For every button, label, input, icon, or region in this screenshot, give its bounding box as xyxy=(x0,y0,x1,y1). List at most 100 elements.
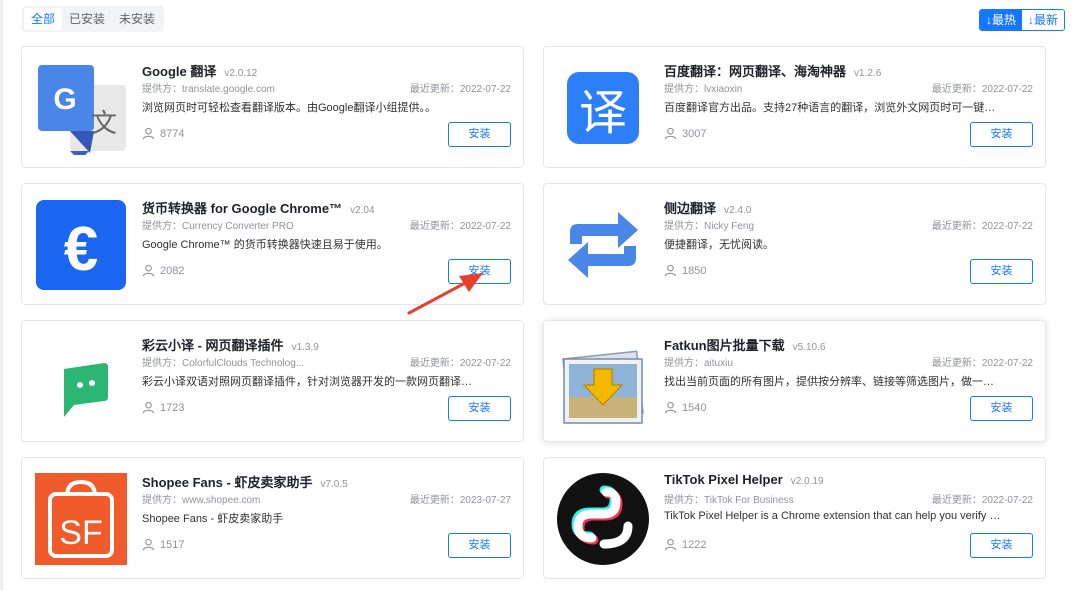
extension-title: TikTok Pixel Helper xyxy=(664,472,783,487)
svg-text:译: 译 xyxy=(579,85,627,141)
user-count: 8774 xyxy=(160,127,185,140)
user-icon xyxy=(142,127,155,140)
extension-title: 百度翻译：网页翻译、海淘神器 xyxy=(664,64,847,79)
extension-provider: 提供方：lvxiaoxin xyxy=(664,84,743,95)
caiyun-chat-icon xyxy=(34,335,128,429)
extension-description: 浏览网页时可轻松查看翻译版本。由Google翻译小组提供。。 xyxy=(142,102,436,114)
user-icon xyxy=(142,538,155,551)
repeat-arrows-icon xyxy=(556,198,650,292)
extension-description: 彩云小译双语对照网页翻译插件，针对浏览器开发的一款网页翻译工具，... xyxy=(142,376,482,388)
extension-card-caiyun: 彩云小译 - 网页翻译插件 v1.3.9 提供方：ColorfulClouds … xyxy=(21,320,524,442)
extension-users: 1517 xyxy=(142,538,184,551)
extension-description: TikTok Pixel Helper is a Chrome extensio… xyxy=(664,510,1004,522)
extension-card-baidu-translate: 译 百度翻译：网页翻译、海淘神器 v1.2.6 提供方：lvxiaoxin 最近… xyxy=(543,46,1046,168)
user-count: 1540 xyxy=(682,401,707,414)
extension-updated: 最近更新：2022-07-22 xyxy=(931,84,1033,95)
extension-card-side-translate: 侧边翻译 v2.4.0 提供方：Nicky Feng 最近更新：2022-07-… xyxy=(543,183,1046,305)
user-icon xyxy=(142,401,155,414)
svg-text:G: G xyxy=(53,83,76,116)
extension-provider: 提供方：ColorfulClouds Technolog... xyxy=(142,358,305,369)
extension-card-fatkun: Fatkun图片批量下载 v5.10.6 提供方：aituxiu 最近更新：20… xyxy=(543,320,1046,442)
filter-tab-installed[interactable]: 已安装 xyxy=(62,8,112,30)
extension-updated: 最近更新：2022-07-22 xyxy=(931,358,1033,369)
extension-title: Google 翻译 xyxy=(142,64,217,79)
extension-card-shopee-fans: SF Shopee Fans - 虾皮卖家助手 v7.0.5 提供方：www.s… xyxy=(21,457,524,579)
shopee-bag-icon: SF xyxy=(34,472,128,566)
annotation-arrow-icon xyxy=(407,273,483,315)
extension-version: v1.2.6 xyxy=(854,68,882,79)
extension-version: v2.4.0 xyxy=(724,205,752,216)
extension-users: 1850 xyxy=(664,264,706,277)
extension-updated: 最近更新：2023-07-27 xyxy=(409,495,511,506)
extension-description: 百度翻译官方出品。支持27种语言的翻译，浏览外文网页时可一键网页翻译、... xyxy=(664,102,1004,114)
sort-new-button[interactable]: ↓最新 xyxy=(1022,10,1065,30)
image-download-icon xyxy=(556,335,650,429)
extension-title: Fatkun图片批量下载 xyxy=(664,338,785,353)
extension-version: v7.0.5 xyxy=(320,479,348,490)
extension-description: Shopee Fans - 虾皮卖家助手 xyxy=(142,513,284,525)
extension-provider: 提供方：translate.google.com xyxy=(142,84,275,95)
extension-card-tiktok-pixel-helper: TikTok Pixel Helper v2.0.19 提供方：TikTok F… xyxy=(543,457,1046,579)
extension-description: 便捷翻译，无忧阅读。 xyxy=(664,239,774,251)
user-icon xyxy=(664,127,677,140)
extension-users: 8774 xyxy=(142,127,184,140)
extension-provider: 提供方：Nicky Feng xyxy=(664,221,755,232)
svg-text:文: 文 xyxy=(91,109,117,139)
extension-users: 2082 xyxy=(142,264,184,277)
tiktok-pixel-icon xyxy=(556,472,650,566)
extension-users: 1222 xyxy=(664,538,706,551)
user-icon xyxy=(664,264,677,277)
extension-users: 3007 xyxy=(664,127,706,140)
extension-provider: 提供方：TikTok For Business xyxy=(664,495,794,506)
user-icon xyxy=(664,401,677,414)
extension-title: 侧边翻译 xyxy=(664,201,717,216)
extension-provider: 提供方：aituxiu xyxy=(664,358,733,369)
extension-title: 彩云小译 - 网页翻译插件 xyxy=(142,338,284,353)
extension-version: v2.04 xyxy=(350,205,375,216)
extension-card-google-translate: G 文 Google 翻译 v2.0.12 提供方：translate.goog… xyxy=(21,46,524,168)
user-count: 1517 xyxy=(160,538,185,551)
svg-text:€: € xyxy=(64,215,98,284)
euro-icon: € xyxy=(34,198,128,292)
page-left-edge xyxy=(0,0,3,590)
install-button[interactable]: 安装 xyxy=(970,122,1033,147)
google-translate-icon: G 文 xyxy=(34,61,128,155)
extension-provider: 提供方：www.shopee.com xyxy=(142,495,261,506)
extension-version: v5.10.6 xyxy=(792,342,826,353)
extension-version: v2.0.12 xyxy=(224,68,258,79)
sort-toggle: ↓最热 ↓最新 xyxy=(979,9,1066,31)
extension-users: 1723 xyxy=(142,401,184,414)
extension-updated: 最近更新：2022-07-22 xyxy=(931,221,1033,232)
baidu-translate-icon: 译 xyxy=(556,61,650,155)
user-count: 1723 xyxy=(160,401,185,414)
extension-provider: 提供方：Currency Converter PRO xyxy=(142,221,294,232)
sort-hot-button[interactable]: ↓最热 xyxy=(980,10,1023,30)
filter-tabs: 全部 已安装 未安装 xyxy=(22,6,165,32)
extension-description: Google Chrome™ 的货币转换器快速且易于使用。 xyxy=(142,239,388,251)
extension-version: v1.3.9 xyxy=(291,342,319,353)
extension-description: 找出当前页面的所有图片，提供按分辨率、链接等筛选图片，做一个简单好用... xyxy=(664,376,1004,388)
user-count: 3007 xyxy=(682,127,707,140)
extension-title: Shopee Fans - 虾皮卖家助手 xyxy=(142,475,313,490)
extension-updated: 最近更新：2022-07-22 xyxy=(409,221,511,232)
install-button[interactable]: 安装 xyxy=(448,396,511,421)
user-count: 1222 xyxy=(682,538,707,551)
install-button[interactable]: 安装 xyxy=(970,533,1033,558)
svg-text:SF: SF xyxy=(59,514,102,552)
filter-tab-all[interactable]: 全部 xyxy=(24,8,63,30)
install-button[interactable]: 安装 xyxy=(448,533,511,558)
extension-users: 1540 xyxy=(664,401,706,414)
extension-updated: 最近更新：2022-07-22 xyxy=(409,358,511,369)
extension-version: v2.0.19 xyxy=(790,476,824,487)
user-icon xyxy=(142,264,155,277)
extension-title: 货币转换器 for Google Chrome™ xyxy=(142,201,343,216)
filter-tab-not-installed[interactable]: 未安装 xyxy=(112,8,162,30)
user-count: 1850 xyxy=(682,264,707,277)
install-button[interactable]: 安装 xyxy=(970,259,1033,284)
user-count: 2082 xyxy=(160,264,185,277)
extension-updated: 最近更新：2022-07-22 xyxy=(409,84,511,95)
extension-updated: 最近更新：2022-07-22 xyxy=(931,495,1033,506)
user-icon xyxy=(664,538,677,551)
install-button[interactable]: 安装 xyxy=(448,122,511,147)
install-button[interactable]: 安装 xyxy=(970,396,1033,421)
